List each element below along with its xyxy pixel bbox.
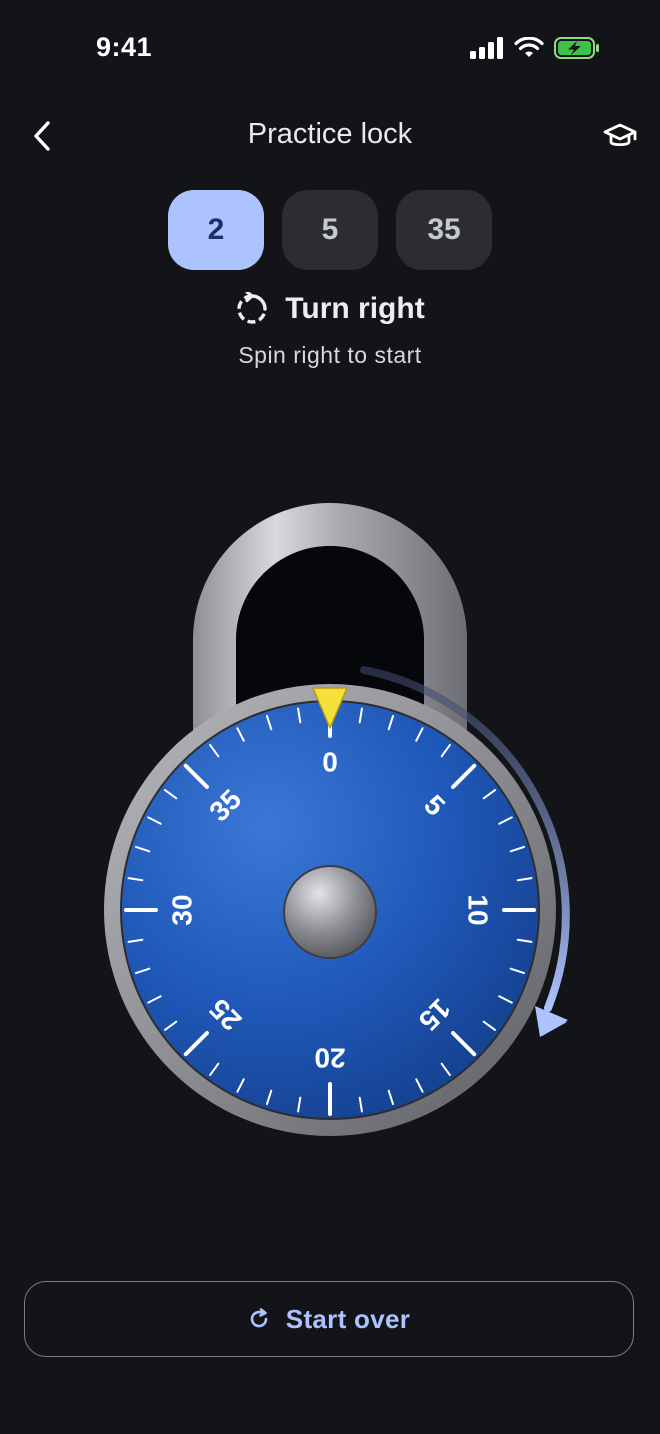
status-time: 9:41 <box>96 32 153 62</box>
page-title: Practice lock <box>247 118 413 150</box>
battery-charging-icon <box>554 37 599 59</box>
instruction-heading: Turn right <box>0 292 660 326</box>
instruction-title: Turn right <box>285 292 425 325</box>
cellular-signal-icon <box>470 37 503 59</box>
combination-step-2[interactable]: 5 <box>282 190 378 270</box>
instruction-subtitle: Spin right to start <box>238 342 422 368</box>
dial-label-30: 30 <box>167 894 198 925</box>
wifi-icon <box>514 37 544 57</box>
combination-step-3[interactable]: 35 <box>396 190 492 270</box>
combination-lock: 0 5 10 15 20 25 30 35 <box>104 503 570 1136</box>
combination-step-1[interactable]: 2 <box>168 190 264 270</box>
dial-label-10: 10 <box>463 894 494 925</box>
dial-label-20: 20 <box>314 1043 345 1074</box>
status-icons <box>470 34 600 62</box>
practice-lock-screen: 9:41 Practice lock 2 5 35 Turn right Spi… <box>0 0 660 1434</box>
nav-bar: Practice lock <box>0 100 660 172</box>
dial-center-knob <box>283 865 377 959</box>
start-over-button[interactable]: Start over <box>24 1281 634 1357</box>
rotate-clockwise-icon <box>237 292 267 324</box>
graduation-cap-icon <box>603 123 637 147</box>
combination-steps: 2 5 35 <box>0 190 660 270</box>
dial-label-0: 0 <box>322 747 338 778</box>
refresh-icon <box>250 1308 268 1328</box>
learn-button[interactable] <box>594 110 646 162</box>
status-bar: 9:41 <box>0 0 660 96</box>
start-over-label: Start over <box>285 1303 411 1334</box>
